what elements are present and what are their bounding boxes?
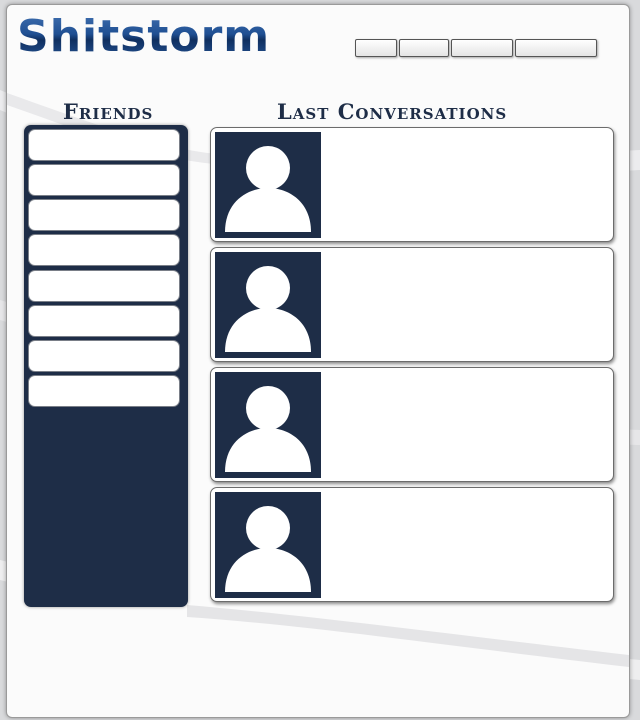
avatar: [215, 252, 321, 358]
friend-item-8[interactable]: [28, 375, 180, 407]
conversations-heading: Last Conversations: [277, 99, 508, 124]
nav-button-1[interactable]: [355, 39, 397, 57]
friends-panel: [24, 125, 188, 607]
avatar: [215, 492, 321, 598]
friend-item-4[interactable]: [28, 234, 180, 266]
friend-item-1[interactable]: [28, 129, 180, 161]
friends-heading: Friends: [63, 99, 154, 124]
avatar: [215, 132, 321, 238]
user-silhouette-icon: [225, 266, 311, 352]
friend-item-2[interactable]: [28, 164, 180, 196]
friend-item-3[interactable]: [28, 199, 180, 231]
friend-item-7[interactable]: [28, 340, 180, 372]
nav-button-4[interactable]: [515, 39, 597, 57]
nav-button-2[interactable]: [399, 39, 449, 57]
avatar: [215, 372, 321, 478]
main-window: Shitstorm Friends Last Conversations: [6, 4, 630, 718]
conversation-card-2[interactable]: [210, 247, 614, 362]
conversation-card-4[interactable]: [210, 487, 614, 602]
user-silhouette-icon: [225, 506, 311, 592]
friend-item-5[interactable]: [28, 270, 180, 302]
friend-item-6[interactable]: [28, 305, 180, 337]
user-silhouette-icon: [225, 146, 311, 232]
top-nav: [355, 39, 597, 57]
user-silhouette-icon: [225, 386, 311, 472]
conversation-card-3[interactable]: [210, 367, 614, 482]
nav-button-3[interactable]: [451, 39, 513, 57]
conversation-card-1[interactable]: [210, 127, 614, 242]
app-logo[interactable]: Shitstorm: [17, 7, 270, 67]
